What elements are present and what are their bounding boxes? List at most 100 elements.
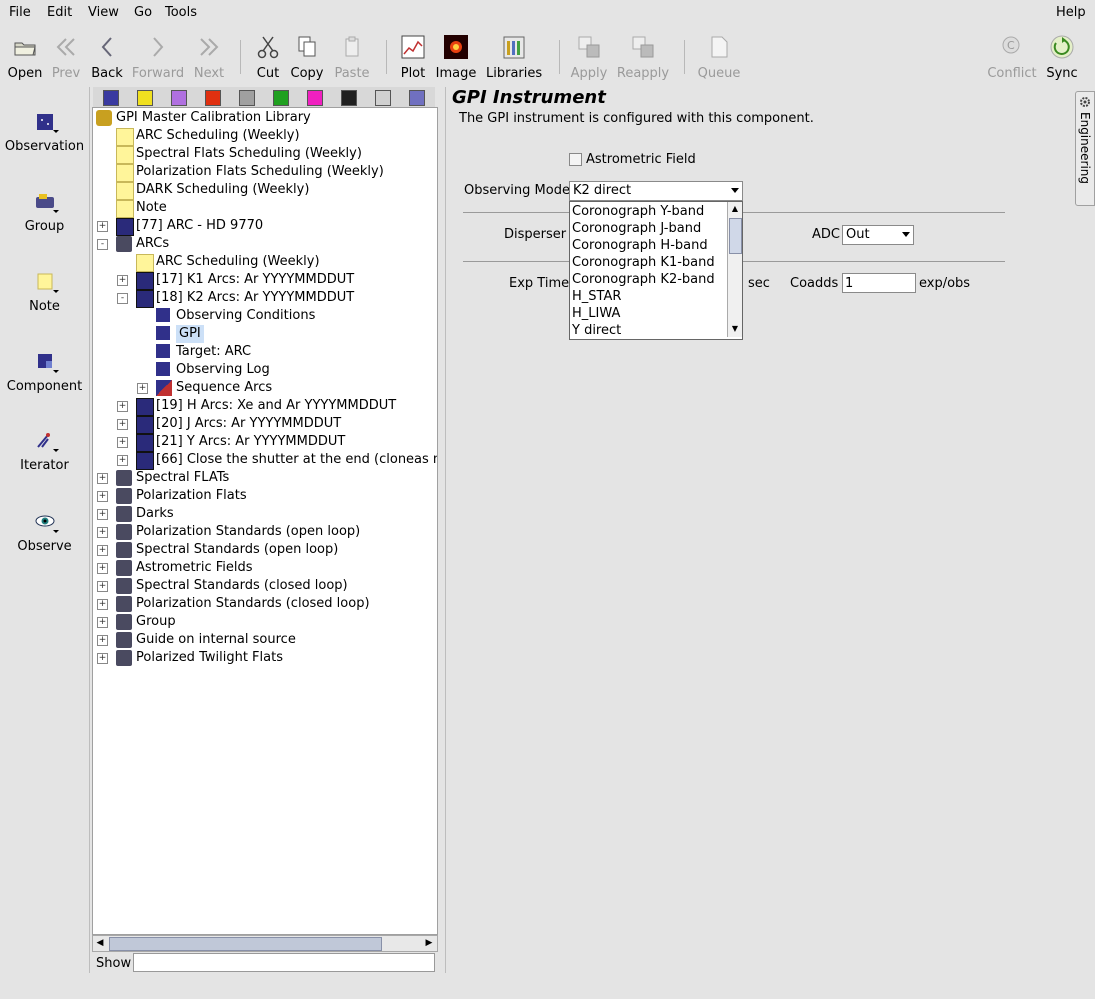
expand-icon[interactable]: +: [117, 437, 128, 448]
group-icon: [116, 614, 132, 630]
expand-icon[interactable]: +: [117, 455, 128, 466]
menu-go[interactable]: Go: [134, 5, 152, 20]
observation-icon: [116, 218, 134, 236]
tree-node-label: [17] K1 Arcs: Ar YYYYMMDDUT: [156, 272, 355, 287]
collapse-icon[interactable]: -: [117, 293, 128, 304]
iterator-palette-button[interactable]: Iterator: [0, 431, 89, 473]
conflict-button[interactable]: C Conflict: [984, 34, 1040, 81]
menu-edit[interactable]: Edit: [47, 5, 72, 20]
apply-button[interactable]: Apply: [561, 34, 617, 81]
collapse-icon[interactable]: -: [97, 239, 108, 250]
note-palette-button[interactable]: Note: [0, 272, 89, 314]
back-label: Back: [91, 66, 123, 81]
filter-tab-9[interactable]: [368, 88, 398, 106]
libraries-button[interactable]: Libraries: [486, 34, 542, 81]
expand-icon[interactable]: +: [97, 527, 108, 538]
scroll-right-icon[interactable]: ▶: [422, 936, 436, 951]
engineering-tab[interactable]: Engineering: [1075, 91, 1095, 206]
back-button[interactable]: Back: [79, 34, 135, 81]
tree-node-label: ARC Scheduling (Weekly): [136, 128, 300, 143]
expand-icon[interactable]: +: [97, 653, 108, 664]
queue-button[interactable]: Queue: [691, 34, 747, 81]
tree-node-label: DARK Scheduling (Weekly): [136, 182, 310, 197]
observing-mode-option[interactable]: Coronograph H-band: [572, 237, 708, 254]
observe-palette-button[interactable]: Observe: [0, 512, 89, 554]
disperser-label: Disperser: [504, 227, 567, 242]
observing-mode-option[interactable]: Coronograph Y-band: [572, 203, 704, 220]
expand-icon[interactable]: +: [97, 545, 108, 556]
menu-view[interactable]: View: [88, 5, 119, 20]
menu-help[interactable]: Help: [1056, 5, 1086, 20]
group-palette-button[interactable]: Group: [0, 192, 89, 234]
menu-file[interactable]: File: [9, 5, 31, 20]
dropdown-scrollbar-thumb[interactable]: [729, 218, 742, 254]
expand-icon[interactable]: +: [117, 419, 128, 430]
expand-icon[interactable]: +: [97, 473, 108, 484]
group-icon: [116, 578, 132, 594]
tree-node-label: Spectral Flats Scheduling (Weekly): [136, 146, 362, 161]
observing-mode-dropdown-list: Coronograph Y-band Coronograph J-band Coro…: [569, 201, 743, 340]
menu-tools[interactable]: Tools: [165, 5, 197, 20]
expand-icon[interactable]: +: [97, 635, 108, 646]
observing-mode-option[interactable]: Coronograph K2-band: [572, 271, 715, 288]
group-icon: [116, 650, 132, 666]
tree-node-label: ARC Scheduling (Weekly): [156, 254, 320, 269]
expand-icon[interactable]: +: [117, 401, 128, 412]
reapply-button[interactable]: Reapply: [615, 34, 671, 81]
tree-horizontal-scrollbar[interactable]: ◀ ▶: [92, 935, 438, 952]
expand-icon[interactable]: +: [97, 599, 108, 610]
scroll-left-icon[interactable]: ◀: [93, 936, 107, 951]
tree-node-label: Observing Conditions: [176, 308, 316, 323]
paste-label: Paste: [334, 66, 370, 81]
observing-mode-option[interactable]: Coronograph J-band: [572, 220, 701, 237]
expand-icon[interactable]: +: [97, 221, 108, 232]
observation-icon: [136, 416, 154, 434]
expand-icon[interactable]: +: [97, 563, 108, 574]
dropdown-scrollbar[interactable]: ▲ ▼: [727, 202, 742, 337]
filter-tab-7[interactable]: [300, 88, 330, 106]
forward-button[interactable]: Forward: [130, 34, 186, 81]
expand-icon[interactable]: +: [97, 617, 108, 628]
observing-mode-option[interactable]: Coronograph K1-band: [572, 254, 715, 271]
expand-icon[interactable]: +: [117, 275, 128, 286]
expand-icon[interactable]: +: [97, 509, 108, 520]
group-palette-label: Group: [24, 219, 65, 234]
filter-tab-4[interactable]: [198, 88, 228, 106]
show-filter-input[interactable]: [133, 953, 435, 972]
filter-tab-icon: [273, 90, 289, 106]
expand-icon[interactable]: +: [137, 383, 148, 394]
expand-icon[interactable]: +: [97, 581, 108, 592]
next-button[interactable]: Next: [181, 34, 237, 81]
filter-tab-5[interactable]: [232, 88, 262, 106]
observation-palette-button[interactable]: Observation: [0, 112, 89, 154]
filter-tab-6[interactable]: [266, 88, 296, 106]
observing-mode-select[interactable]: K2 direct: [569, 181, 743, 201]
expand-icon[interactable]: +: [97, 491, 108, 502]
group-icon: [116, 236, 132, 252]
scroll-down-icon[interactable]: ▼: [729, 323, 741, 335]
image-label: Image: [435, 66, 477, 81]
sync-label: Sync: [1046, 66, 1078, 81]
observation-icon: [136, 398, 154, 416]
observation-icon: [136, 434, 154, 452]
image-button[interactable]: Image: [428, 34, 484, 81]
astrometric-field-checkbox[interactable]: [569, 153, 582, 166]
sync-button[interactable]: Sync: [1034, 34, 1090, 81]
filter-tab-2[interactable]: [130, 88, 160, 106]
observing-mode-option[interactable]: Y direct: [572, 322, 621, 339]
component-palette-button[interactable]: Component: [0, 352, 89, 394]
paste-button[interactable]: Paste: [324, 34, 380, 81]
filter-tab-10[interactable]: [402, 88, 432, 106]
component-editor: [445, 87, 1073, 973]
adc-select[interactable]: Out: [842, 225, 914, 245]
scissors-icon: [257, 36, 279, 59]
filter-tab-8[interactable]: [334, 88, 364, 106]
observing-mode-option[interactable]: H_LIWA: [572, 305, 620, 322]
filter-tab-3[interactable]: [164, 88, 194, 106]
group-icon: [116, 506, 132, 522]
coadds-input[interactable]: [842, 273, 916, 293]
scrollbar-thumb[interactable]: [109, 937, 382, 951]
observing-mode-option[interactable]: H_STAR: [572, 288, 621, 305]
scroll-up-icon[interactable]: ▲: [729, 203, 741, 215]
filter-tab-1[interactable]: [96, 88, 126, 106]
